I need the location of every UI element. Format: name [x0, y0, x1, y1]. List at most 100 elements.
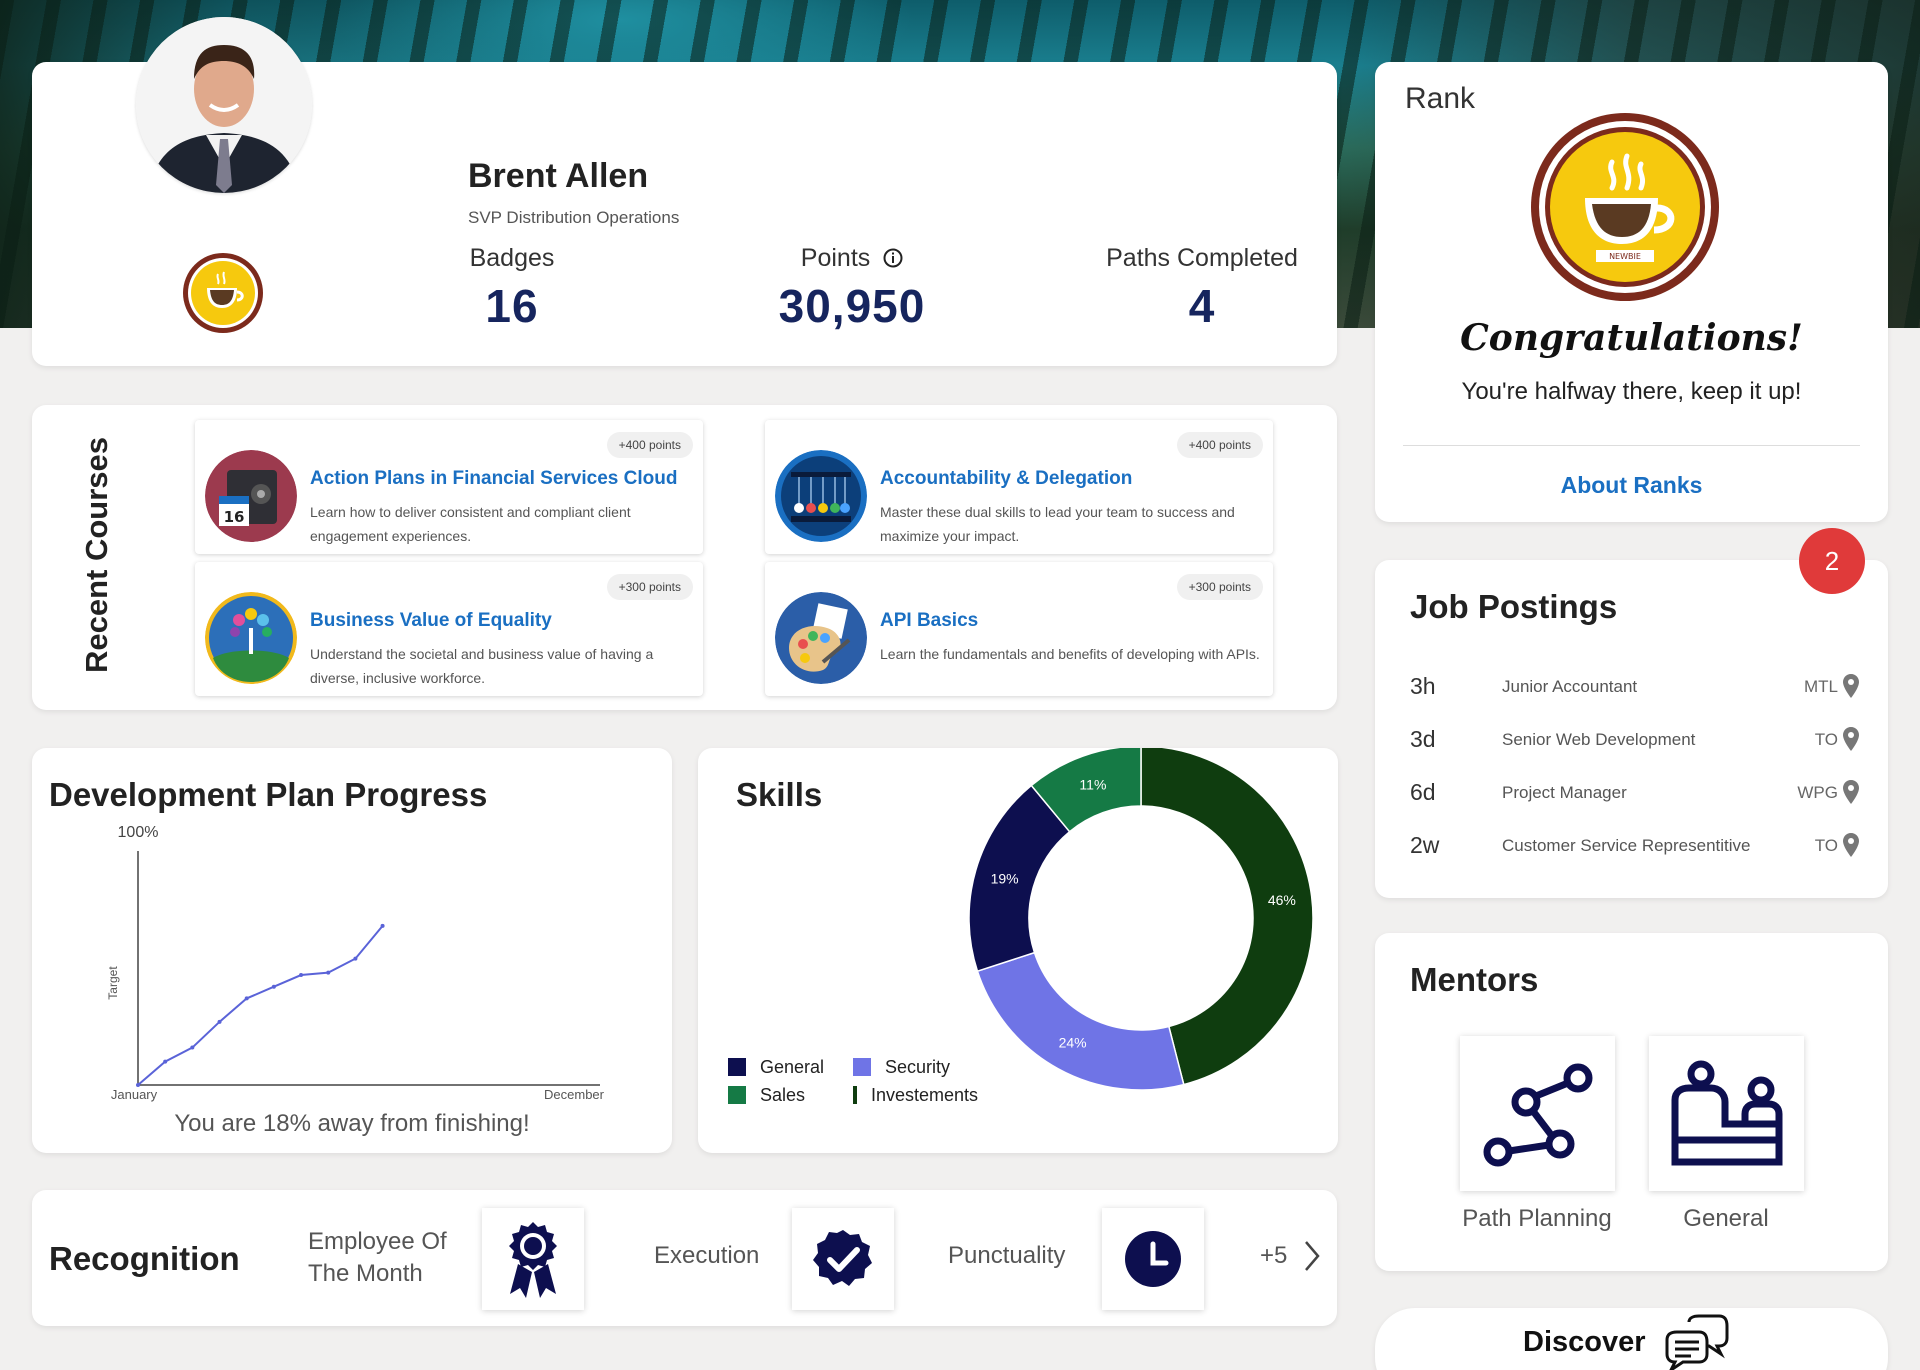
job-location: TO: [1814, 730, 1838, 749]
mentors-header: Mentors: [1410, 961, 1539, 998]
course-card[interactable]: 16 +400 points Action Plans in Financial…: [195, 420, 703, 554]
recognition-more-count[interactable]: +5: [1260, 1242, 1287, 1270]
legend-label: Investements: [870, 1084, 978, 1105]
congrats-text: Congratulations!: [1460, 317, 1803, 359]
mentor-tile-path-planning[interactable]: [1460, 1036, 1615, 1191]
mentor-label: General: [1683, 1205, 1769, 1232]
job-location: TO: [1814, 836, 1838, 855]
profile-title: SVP Distribution Operations: [468, 208, 680, 227]
path-nodes-icon: [1483, 1063, 1593, 1167]
legend-swatch: [728, 1086, 746, 1104]
check-seal-icon: [813, 1230, 872, 1286]
location-pin-icon: [1843, 674, 1859, 698]
job-age: 2w: [1410, 832, 1440, 858]
stat-points-label: Points: [800, 244, 871, 272]
job-row[interactable]: 2w Customer Service Representitive TO: [1410, 824, 1860, 864]
course-points: +300 points: [606, 574, 693, 600]
job-postings-card: 2 Job Postings 3h Junior Accountant MTL …: [1375, 528, 1888, 898]
mentors-card: Mentors Path Planning General: [1375, 933, 1888, 1271]
mentor-tile-general[interactable]: [1649, 1036, 1804, 1191]
chevron-right-icon[interactable]: [1300, 1236, 1324, 1276]
skills-card: Skills 46% 24% 19% 11% General Security Sal…: [698, 748, 1338, 1153]
safe-calendar-icon: 16: [205, 450, 297, 542]
rank-divider: [1403, 445, 1860, 446]
x-tick-end: December: [544, 1087, 605, 1102]
job-location: WPG: [1797, 783, 1838, 802]
job-role[interactable]: Senior Web Development: [1502, 730, 1695, 750]
recognition-header: Recognition: [49, 1240, 240, 1277]
recent-courses-card: Recent Courses 16 +400 points Action Pla…: [32, 405, 1337, 710]
job-count-badge: 2: [1799, 528, 1865, 594]
line-data-point: [244, 996, 249, 1001]
avatar[interactable]: [136, 17, 312, 193]
course-title[interactable]: API Basics: [880, 610, 978, 632]
stat-paths: Paths Completed 4: [1082, 244, 1322, 333]
location-pin-icon: [1843, 727, 1859, 751]
course-desc: Master these dual skills to lead your te…: [880, 504, 1235, 544]
mentor-label: Path Planning: [1462, 1205, 1612, 1232]
course-card[interactable]: +400 points Accountability & Delegation …: [765, 420, 1273, 554]
x-tick-start: January: [111, 1087, 158, 1102]
newtons-cradle-icon: [775, 450, 867, 542]
job-row[interactable]: 3h Junior Accountant MTL: [1410, 665, 1860, 705]
globe-tree-icon: [205, 592, 297, 684]
legend-item: General: [728, 1057, 853, 1078]
rank-message: You're halfway there, keep it up!: [1461, 378, 1802, 405]
legend-item: Security: [853, 1057, 978, 1078]
stat-points-value: 30,950: [778, 280, 926, 332]
clock-icon: [1125, 1231, 1181, 1287]
donut-slice-label: 24%: [1059, 1034, 1087, 1050]
recognition-label: Punctuality: [948, 1242, 1066, 1269]
rank-card: Rank NEWBIE Congratulations! You're half…: [1375, 62, 1888, 522]
stat-points: Points 30,950: [732, 244, 972, 333]
profile-name: Brent Allen: [468, 157, 649, 195]
rank-badge-icon: NEWBIE: [1531, 113, 1719, 301]
about-ranks-link[interactable]: About Ranks: [1375, 472, 1888, 499]
job-role[interactable]: Project Manager: [1502, 783, 1627, 803]
course-title[interactable]: Business Value of Equality: [310, 610, 552, 632]
meeting-people-icon: [1671, 1060, 1783, 1166]
recognition-badge-execution[interactable]: [792, 1208, 894, 1310]
line-data-point: [136, 1083, 140, 1087]
paint-palette-icon: [775, 592, 867, 684]
skills-legend: General Security Sales Investements: [728, 1053, 978, 1109]
course-points: +400 points: [606, 432, 693, 458]
job-row[interactable]: 3d Senior Web Development TO: [1410, 718, 1860, 758]
discover-button[interactable]: Discover: [1375, 1308, 1888, 1370]
location-pin-icon: [1843, 833, 1859, 857]
dev-plan-line-chart: 100% Target January December: [106, 824, 605, 1102]
course-title[interactable]: Action Plans in Financial Services Cloud: [310, 468, 677, 490]
job-location: MTL: [1804, 677, 1838, 696]
legend-swatch: [728, 1058, 746, 1076]
job-age: 6d: [1410, 779, 1436, 805]
recognition-badge-punctuality[interactable]: [1102, 1208, 1204, 1310]
recognition-badge-employee-of-month[interactable]: [482, 1208, 584, 1310]
course-desc: Learn how to deliver consistent and comp…: [310, 504, 631, 544]
course-card[interactable]: +300 points Business Value of Equality U…: [195, 562, 703, 696]
profile-card: Brent Allen SVP Distribution Operations …: [32, 17, 1337, 366]
donut-slice-security[interactable]: [976, 951, 1185, 1091]
job-role[interactable]: Junior Accountant: [1502, 677, 1637, 697]
stat-paths-label: Paths Completed: [1106, 244, 1298, 272]
recent-courses-header: Recent Courses: [79, 436, 114, 674]
award-ribbon-icon: [509, 1222, 557, 1298]
legend-swatch: [853, 1058, 871, 1076]
legend-label: Security: [885, 1056, 951, 1077]
y-axis-label: Target: [106, 966, 120, 1000]
job-role[interactable]: Customer Service Representitive: [1502, 836, 1750, 856]
line-data-point: [190, 1045, 195, 1050]
rank-header: Rank: [1405, 82, 1476, 115]
course-card[interactable]: +300 points API Basics Learn the fundame…: [765, 562, 1273, 696]
donut-slice-label: 46%: [1268, 892, 1296, 908]
chat-bubbles-icon: [1665, 1314, 1729, 1370]
stat-badges: Badges 16: [412, 244, 612, 333]
line-data-point: [380, 923, 385, 928]
course-title[interactable]: Accountability & Delegation: [880, 468, 1132, 490]
job-row[interactable]: 6d Project Manager WPG: [1410, 771, 1860, 811]
y-tick-top: 100%: [118, 824, 159, 841]
line-data-point: [163, 1059, 168, 1064]
stat-badges-value: 16: [485, 280, 539, 332]
rank-badge-small-icon[interactable]: [182, 252, 264, 334]
info-icon[interactable]: [883, 248, 903, 268]
rank-badge-caption: NEWBIE: [1609, 252, 1641, 261]
